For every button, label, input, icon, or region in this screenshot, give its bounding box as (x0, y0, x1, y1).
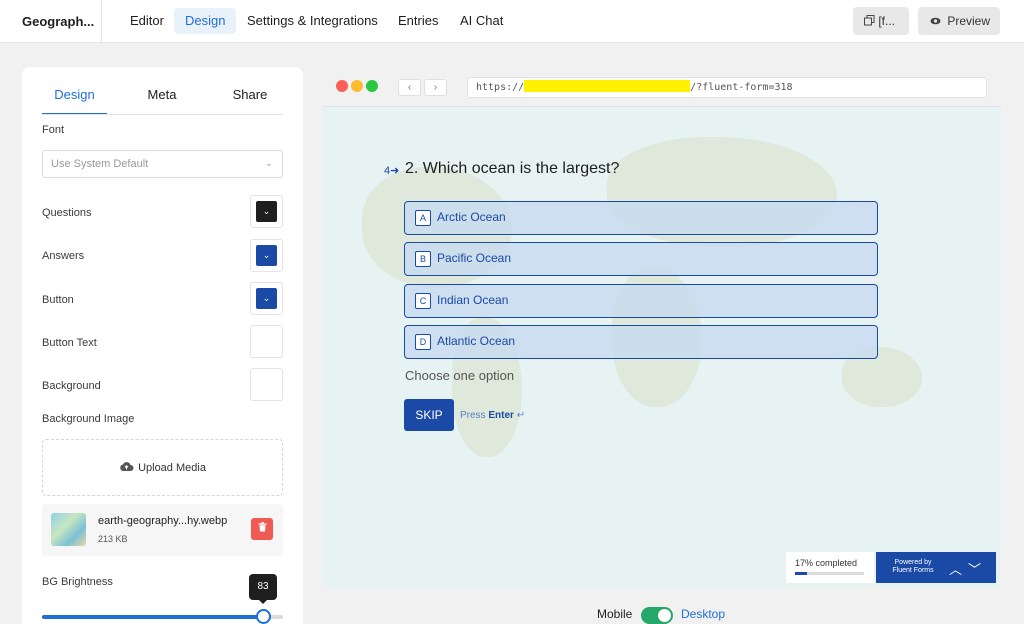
chevron-down-icon: ⌄ (262, 293, 271, 303)
preview-button[interactable]: Preview (918, 7, 1000, 35)
upload-media-button[interactable]: Upload Media (42, 439, 283, 496)
option-label: Pacific Ocean (437, 251, 512, 265)
minimize-window-dot (351, 80, 363, 92)
button-color-label: Button (42, 294, 74, 306)
url-suffix: /?fluent-form=318 (690, 82, 793, 93)
answer-option-a[interactable]: A Arctic Ocean (404, 201, 878, 235)
address-bar[interactable]: https:// /?fluent-form=318 (467, 77, 987, 98)
answer-option-c[interactable]: C Indian Ocean (404, 284, 878, 318)
panel-tab-share[interactable]: Share (220, 81, 280, 115)
answers-color-picker[interactable]: ⌄ (250, 239, 283, 272)
questions-color-label: Questions (42, 207, 92, 219)
background-color-label: Background (42, 380, 101, 392)
chevron-down-icon[interactable]: ﹀ (968, 559, 981, 578)
top-bar: Geograph... Editor Design Settings & Int… (0, 0, 1024, 43)
tabs-divider (42, 114, 283, 115)
arrow-right-icon: ➜ (390, 165, 400, 177)
background-image-label: Background Image (42, 413, 135, 425)
file-thumbnail (51, 513, 86, 546)
design-panel: Design Meta Share Font Use System Defaul… (22, 67, 303, 624)
trash-icon (258, 522, 266, 532)
option-key: A (415, 210, 431, 226)
question-text: 2. Which ocean is the largest? (405, 160, 620, 177)
button-color-swatch: ⌄ (256, 288, 277, 309)
button-text-color-picker[interactable] (250, 325, 283, 358)
press-enter-hint: Press Enter ↵ (460, 410, 526, 421)
close-window-dot (336, 80, 348, 92)
preview-label: Preview (947, 14, 991, 28)
chevron-down-icon: ⌄ (264, 158, 273, 169)
upload-media-label: Upload Media (138, 462, 206, 474)
enter-key-icon: ↵ (516, 410, 526, 421)
redacted-domain (524, 80, 691, 92)
skip-button[interactable]: SKIP (404, 399, 454, 431)
file-name: earth-geography...hy.webp (98, 515, 228, 527)
bg-brightness-label: BG Brightness (42, 576, 113, 588)
mobile-label: Mobile (597, 607, 633, 621)
tab-design[interactable]: Design (174, 8, 237, 34)
button-color-picker[interactable]: ⌄ (250, 282, 283, 315)
slider-fill (42, 615, 264, 619)
browser-toolbar: ‹ › https:// /?fluent-form=318 (322, 67, 1001, 107)
questions-color-swatch: ⌄ (256, 201, 277, 222)
progress-fill (795, 572, 807, 575)
copy-icon (864, 15, 875, 26)
answer-option-b[interactable]: B Pacific Ocean (404, 242, 878, 276)
option-label: Atlantic Ocean (437, 334, 516, 348)
form-title[interactable]: Geograph... (0, 0, 102, 43)
option-label: Arctic Ocean (437, 210, 506, 224)
tab-entries[interactable]: Entries (387, 8, 449, 34)
delete-file-button[interactable] (251, 518, 273, 540)
background-color-picker[interactable] (250, 368, 283, 401)
chevron-down-icon: ⌄ (262, 206, 271, 216)
copy-shortcode-button[interactable]: [f... (853, 7, 909, 35)
option-key: C (415, 293, 431, 309)
progress-bar (795, 572, 864, 575)
answer-option-d[interactable]: D Atlantic Ocean (404, 325, 878, 359)
chevron-down-icon: ⌄ (262, 250, 271, 260)
uploaded-file-card: earth-geography...hy.webp 213 KB (42, 504, 283, 556)
panel-tab-design[interactable]: Design (42, 81, 107, 115)
progress-text: 17% completed (795, 558, 858, 568)
brightness-value-tooltip: 83 (249, 574, 277, 604)
answers-color-label: Answers (42, 250, 85, 262)
font-select-value: Use System Default (51, 158, 149, 170)
progress-indicator: 17% completed (786, 552, 874, 583)
preview-browser-window: ‹ › https:// /?fluent-form=318 4➜ 2. Whic… (322, 67, 1001, 588)
forward-arrow-icon[interactable]: › (424, 79, 447, 96)
option-label: Indian Ocean (437, 293, 509, 307)
device-toggle[interactable] (641, 607, 673, 624)
eye-icon (930, 17, 941, 25)
file-size: 213 KB (98, 534, 128, 544)
toggle-knob (658, 609, 671, 622)
font-select[interactable]: Use System Default ⌄ (42, 150, 283, 178)
font-label: Font (42, 124, 65, 136)
choose-hint: Choose one option (405, 368, 515, 383)
maximize-window-dot (366, 80, 378, 92)
desktop-label: Desktop (681, 607, 726, 621)
form-preview-area: 4➜ 2. Which ocean is the largest? A Arct… (322, 107, 1001, 588)
powered-by-bar: Powered by Fluent Forms ︿ ﹀ (876, 552, 996, 583)
url-prefix: https:// (476, 82, 525, 93)
panel-tab-meta[interactable]: Meta (132, 81, 192, 115)
shortcode-label: [f... (878, 14, 896, 28)
cloud-upload-icon (120, 462, 134, 471)
bg-brightness-slider[interactable] (42, 609, 283, 624)
tab-ai-chat[interactable]: AI Chat (449, 8, 514, 34)
back-arrow-icon[interactable]: ‹ (398, 79, 421, 96)
powered-by-text: Powered by Fluent Forms (892, 559, 934, 574)
tab-editor[interactable]: Editor (119, 8, 175, 34)
question-number: 4➜ (384, 165, 400, 177)
slider-handle[interactable] (255, 609, 271, 624)
option-key: D (415, 334, 431, 350)
option-key: B (415, 251, 431, 267)
button-text-color-label: Button Text (42, 337, 97, 349)
tab-settings-integrations[interactable]: Settings & Integrations (236, 8, 389, 34)
questions-color-picker[interactable]: ⌄ (250, 195, 283, 228)
chevron-up-icon[interactable]: ︿ (949, 559, 962, 578)
answers-color-swatch: ⌄ (256, 245, 277, 266)
